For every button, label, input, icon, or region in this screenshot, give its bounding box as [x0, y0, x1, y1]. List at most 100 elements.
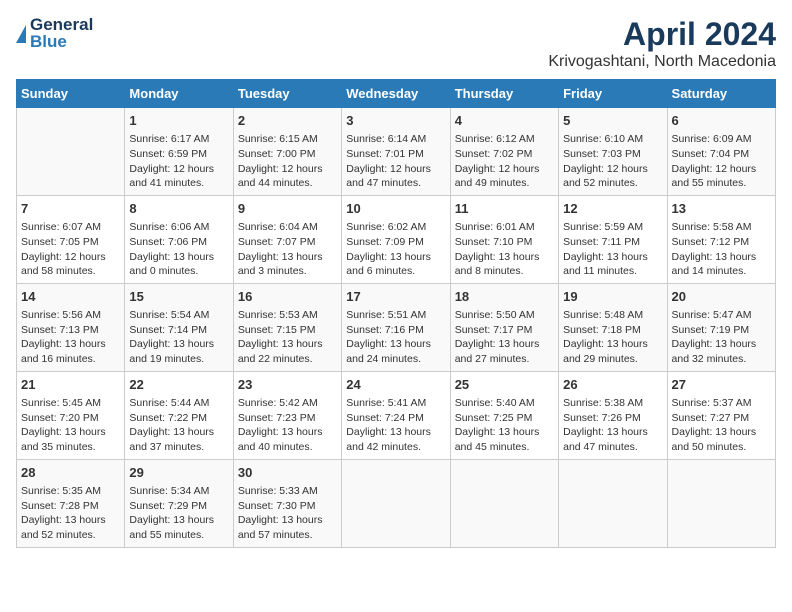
- day-number: 28: [21, 464, 120, 482]
- calendar-cell: 30 Sunrise: 5:33 AM Sunset: 7:30 PM Dayli…: [233, 459, 341, 547]
- day-info: Sunrise: 5:33 AM Sunset: 7:30 PM Dayligh…: [238, 484, 337, 543]
- day-info: Sunrise: 6:17 AM Sunset: 6:59 PM Dayligh…: [129, 132, 228, 191]
- day-number: 21: [21, 376, 120, 394]
- day-info: Sunrise: 5:40 AM Sunset: 7:25 PM Dayligh…: [455, 396, 554, 455]
- calendar-week-5: 28 Sunrise: 5:35 AM Sunset: 7:28 PM Dayli…: [17, 459, 776, 547]
- calendar-cell: 27Sunrise: 5:37 AM Sunset: 7:27 PM Dayli…: [667, 371, 775, 459]
- header-thursday: Thursday: [450, 80, 558, 108]
- day-info: Sunrise: 6:14 AM Sunset: 7:01 PM Dayligh…: [346, 132, 445, 191]
- page-title: April 2024: [548, 16, 776, 53]
- day-info: Sunrise: 5:34 AM Sunset: 7:29 PM Dayligh…: [129, 484, 228, 543]
- calendar-cell: 11 Sunrise: 6:01 AM Sunset: 7:10 PM Dayli…: [450, 195, 558, 283]
- day-number: 9: [238, 200, 337, 218]
- calendar-cell: [667, 459, 775, 547]
- day-info: Sunrise: 5:35 AM Sunset: 7:28 PM Dayligh…: [21, 484, 120, 543]
- day-number: 11: [455, 200, 554, 218]
- calendar-cell: 7 Sunrise: 6:07 AM Sunset: 7:05 PM Daylig…: [17, 195, 125, 283]
- logo-icon: [16, 25, 26, 43]
- day-number: 17: [346, 288, 445, 306]
- day-info: Sunrise: 5:41 AM Sunset: 7:24 PM Dayligh…: [346, 396, 445, 455]
- day-info: Sunrise: 5:42 AM Sunset: 7:23 PM Dayligh…: [238, 396, 337, 455]
- page-subtitle: Krivogashtani, North Macedonia: [548, 53, 776, 71]
- header-sunday: Sunday: [17, 80, 125, 108]
- day-number: 29: [129, 464, 228, 482]
- day-info: Sunrise: 5:48 AM Sunset: 7:18 PM Dayligh…: [563, 308, 662, 367]
- calendar-cell: 1Sunrise: 6:17 AM Sunset: 6:59 PM Daylig…: [125, 108, 233, 196]
- calendar-cell: 6 Sunrise: 6:09 AM Sunset: 7:04 PM Daylig…: [667, 108, 775, 196]
- day-number: 25: [455, 376, 554, 394]
- day-number: 16: [238, 288, 337, 306]
- calendar-cell: 28 Sunrise: 5:35 AM Sunset: 7:28 PM Dayli…: [17, 459, 125, 547]
- day-number: 23: [238, 376, 337, 394]
- calendar-table: SundayMondayTuesdayWednesdayThursdayFrid…: [16, 79, 776, 548]
- header-tuesday: Tuesday: [233, 80, 341, 108]
- calendar-cell: [450, 459, 558, 547]
- day-info: Sunrise: 5:44 AM Sunset: 7:22 PM Dayligh…: [129, 396, 228, 455]
- day-info: Sunrise: 6:01 AM Sunset: 7:10 PM Dayligh…: [455, 220, 554, 279]
- day-info: Sunrise: 5:38 AM Sunset: 7:26 PM Dayligh…: [563, 396, 662, 455]
- day-number: 7: [21, 200, 120, 218]
- calendar-cell: [559, 459, 667, 547]
- header-wednesday: Wednesday: [342, 80, 450, 108]
- day-info: Sunrise: 5:47 AM Sunset: 7:19 PM Dayligh…: [672, 308, 771, 367]
- day-info: Sunrise: 5:45 AM Sunset: 7:20 PM Dayligh…: [21, 396, 120, 455]
- day-number: 3: [346, 112, 445, 130]
- calendar-cell: [342, 459, 450, 547]
- day-number: 30: [238, 464, 337, 482]
- day-info: Sunrise: 5:37 AM Sunset: 7:27 PM Dayligh…: [672, 396, 771, 455]
- calendar-week-3: 14Sunrise: 5:56 AM Sunset: 7:13 PM Dayli…: [17, 283, 776, 371]
- calendar-cell: 26 Sunrise: 5:38 AM Sunset: 7:26 PM Dayli…: [559, 371, 667, 459]
- day-number: 12: [563, 200, 662, 218]
- day-info: Sunrise: 6:07 AM Sunset: 7:05 PM Dayligh…: [21, 220, 120, 279]
- day-number: 13: [672, 200, 771, 218]
- calendar-cell: [17, 108, 125, 196]
- header-saturday: Saturday: [667, 80, 775, 108]
- calendar-cell: 9Sunrise: 6:04 AM Sunset: 7:07 PM Daylig…: [233, 195, 341, 283]
- calendar-cell: 21 Sunrise: 5:45 AM Sunset: 7:20 PM Dayli…: [17, 371, 125, 459]
- calendar-cell: 16Sunrise: 5:53 AM Sunset: 7:15 PM Dayli…: [233, 283, 341, 371]
- day-info: Sunrise: 5:58 AM Sunset: 7:12 PM Dayligh…: [672, 220, 771, 279]
- calendar-cell: 15Sunrise: 5:54 AM Sunset: 7:14 PM Dayli…: [125, 283, 233, 371]
- calendar-cell: 12Sunrise: 5:59 AM Sunset: 7:11 PM Dayli…: [559, 195, 667, 283]
- title-block: April 2024 Krivogashtani, North Macedoni…: [548, 16, 776, 71]
- calendar-cell: 19 Sunrise: 5:48 AM Sunset: 7:18 PM Dayli…: [559, 283, 667, 371]
- day-info: Sunrise: 6:06 AM Sunset: 7:06 PM Dayligh…: [129, 220, 228, 279]
- day-info: Sunrise: 6:10 AM Sunset: 7:03 PM Dayligh…: [563, 132, 662, 191]
- calendar-cell: 3 Sunrise: 6:14 AM Sunset: 7:01 PM Daylig…: [342, 108, 450, 196]
- day-number: 10: [346, 200, 445, 218]
- day-info: Sunrise: 6:12 AM Sunset: 7:02 PM Dayligh…: [455, 132, 554, 191]
- calendar-cell: 14Sunrise: 5:56 AM Sunset: 7:13 PM Dayli…: [17, 283, 125, 371]
- day-number: 24: [346, 376, 445, 394]
- calendar-cell: 5Sunrise: 6:10 AM Sunset: 7:03 PM Daylig…: [559, 108, 667, 196]
- day-info: Sunrise: 5:54 AM Sunset: 7:14 PM Dayligh…: [129, 308, 228, 367]
- calendar-header-row: SundayMondayTuesdayWednesdayThursdayFrid…: [17, 80, 776, 108]
- calendar-cell: 22Sunrise: 5:44 AM Sunset: 7:22 PM Dayli…: [125, 371, 233, 459]
- logo-general: General: [30, 16, 93, 33]
- logo-blue: Blue: [30, 33, 93, 50]
- day-info: Sunrise: 5:56 AM Sunset: 7:13 PM Dayligh…: [21, 308, 120, 367]
- calendar-week-4: 21 Sunrise: 5:45 AM Sunset: 7:20 PM Dayli…: [17, 371, 776, 459]
- day-number: 6: [672, 112, 771, 130]
- day-number: 19: [563, 288, 662, 306]
- logo-text: General Blue: [30, 16, 93, 50]
- day-info: Sunrise: 6:15 AM Sunset: 7:00 PM Dayligh…: [238, 132, 337, 191]
- calendar-cell: 18Sunrise: 5:50 AM Sunset: 7:17 PM Dayli…: [450, 283, 558, 371]
- calendar-week-2: 7 Sunrise: 6:07 AM Sunset: 7:05 PM Daylig…: [17, 195, 776, 283]
- logo: General Blue: [16, 16, 93, 50]
- day-number: 4: [455, 112, 554, 130]
- day-info: Sunrise: 5:51 AM Sunset: 7:16 PM Dayligh…: [346, 308, 445, 367]
- header-monday: Monday: [125, 80, 233, 108]
- day-number: 26: [563, 376, 662, 394]
- calendar-cell: 13 Sunrise: 5:58 AM Sunset: 7:12 PM Dayli…: [667, 195, 775, 283]
- day-info: Sunrise: 5:50 AM Sunset: 7:17 PM Dayligh…: [455, 308, 554, 367]
- page-header: General Blue April 2024 Krivogashtani, N…: [16, 16, 776, 71]
- day-number: 8: [129, 200, 228, 218]
- day-info: Sunrise: 6:09 AM Sunset: 7:04 PM Dayligh…: [672, 132, 771, 191]
- day-info: Sunrise: 6:02 AM Sunset: 7:09 PM Dayligh…: [346, 220, 445, 279]
- calendar-cell: 4 Sunrise: 6:12 AM Sunset: 7:02 PM Daylig…: [450, 108, 558, 196]
- calendar-cell: 8 Sunrise: 6:06 AM Sunset: 7:06 PM Daylig…: [125, 195, 233, 283]
- calendar-cell: 10 Sunrise: 6:02 AM Sunset: 7:09 PM Dayli…: [342, 195, 450, 283]
- calendar-cell: 23 Sunrise: 5:42 AM Sunset: 7:23 PM Dayli…: [233, 371, 341, 459]
- day-number: 20: [672, 288, 771, 306]
- calendar-cell: 29 Sunrise: 5:34 AM Sunset: 7:29 PM Dayli…: [125, 459, 233, 547]
